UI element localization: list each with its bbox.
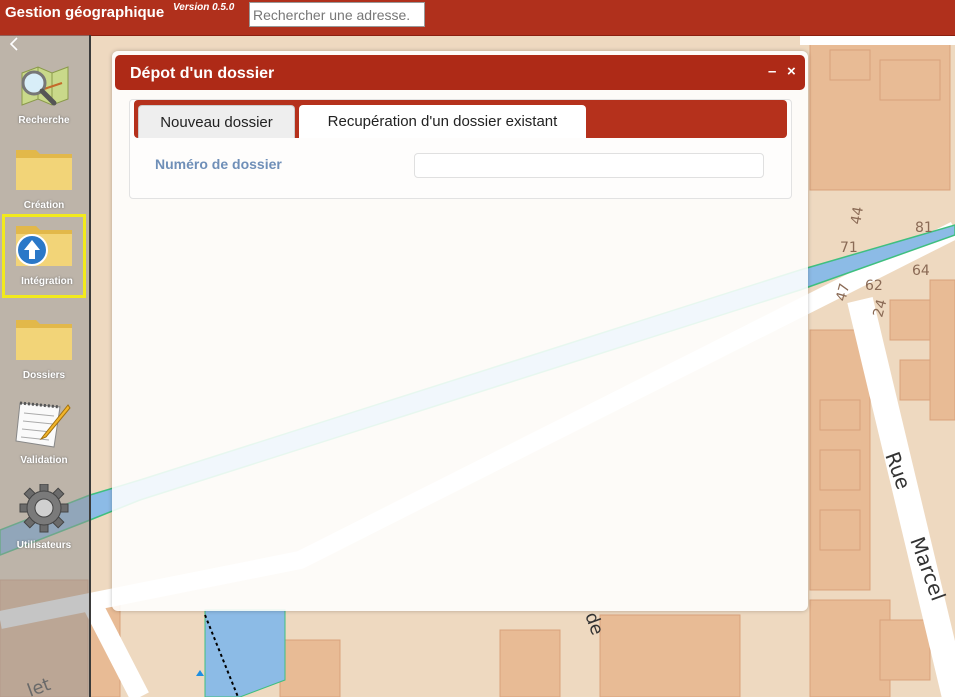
depot-dossier-panel: Dépot d'un dossier – × Nouveau dossier R… [112,51,808,611]
panel-header: Dépot d'un dossier – × [115,55,805,90]
notepad-pencil-icon [15,401,71,448]
panel-title: Dépot d'un dossier [130,65,275,82]
app-version: Version 0.5.0 [173,2,235,13]
numero-dossier-input[interactable] [414,153,764,178]
tab-recuperation-dossier[interactable]: Recupération d'un dossier existant [299,105,586,138]
minimize-button[interactable]: – [768,63,776,80]
sidebar-item-recherche[interactable]: Recherche [2,53,86,137]
sidebar-item-label: Intégration [21,276,73,287]
sidebar-item-label: Dossiers [22,370,66,381]
map-number-44: 44 [848,205,867,225]
sidebar-item-dossiers[interactable]: Dossiers [2,308,86,392]
sidebar-item-creation[interactable]: Création [2,138,86,222]
map-number-71: 71 [840,240,858,256]
tab-bar: Nouveau dossier Recupération d'un dossie… [134,100,787,138]
close-button[interactable]: × [787,63,796,80]
tab-nouveau-dossier[interactable]: Nouveau dossier [138,105,295,138]
form-box: Nouveau dossier Recupération d'un dossie… [129,99,792,199]
gear-icon [19,484,69,533]
sidebar: Recherche Création Intégration Dossiers [0,35,91,697]
collapse-sidebar-icon[interactable] [8,37,20,51]
sidebar-item-label: Validation [20,455,68,466]
top-bar: Gestion géographique Version 0.5.0 [0,0,955,36]
sidebar-item-label: Création [23,200,65,211]
folder-upload-icon [16,226,72,266]
map-number-62: 62 [865,278,883,294]
folder-icon [16,320,72,360]
sidebar-item-utilisateurs[interactable]: Utilisateurs [2,478,86,562]
map-number-81: 81 [915,220,933,236]
sidebar-item-label: Utilisateurs [16,540,72,551]
sidebar-item-validation[interactable]: Validation [2,393,86,477]
map-number-64: 64 [912,263,930,279]
sidebar-item-label: Recherche [18,115,70,126]
sidebar-item-integration[interactable]: Intégration [2,214,86,298]
address-search-input[interactable] [249,2,425,27]
app-title: Gestion géographique [5,4,165,21]
map-search-icon [21,66,69,106]
folder-icon [16,150,72,190]
numero-dossier-label: Numéro de dossier [155,156,282,172]
